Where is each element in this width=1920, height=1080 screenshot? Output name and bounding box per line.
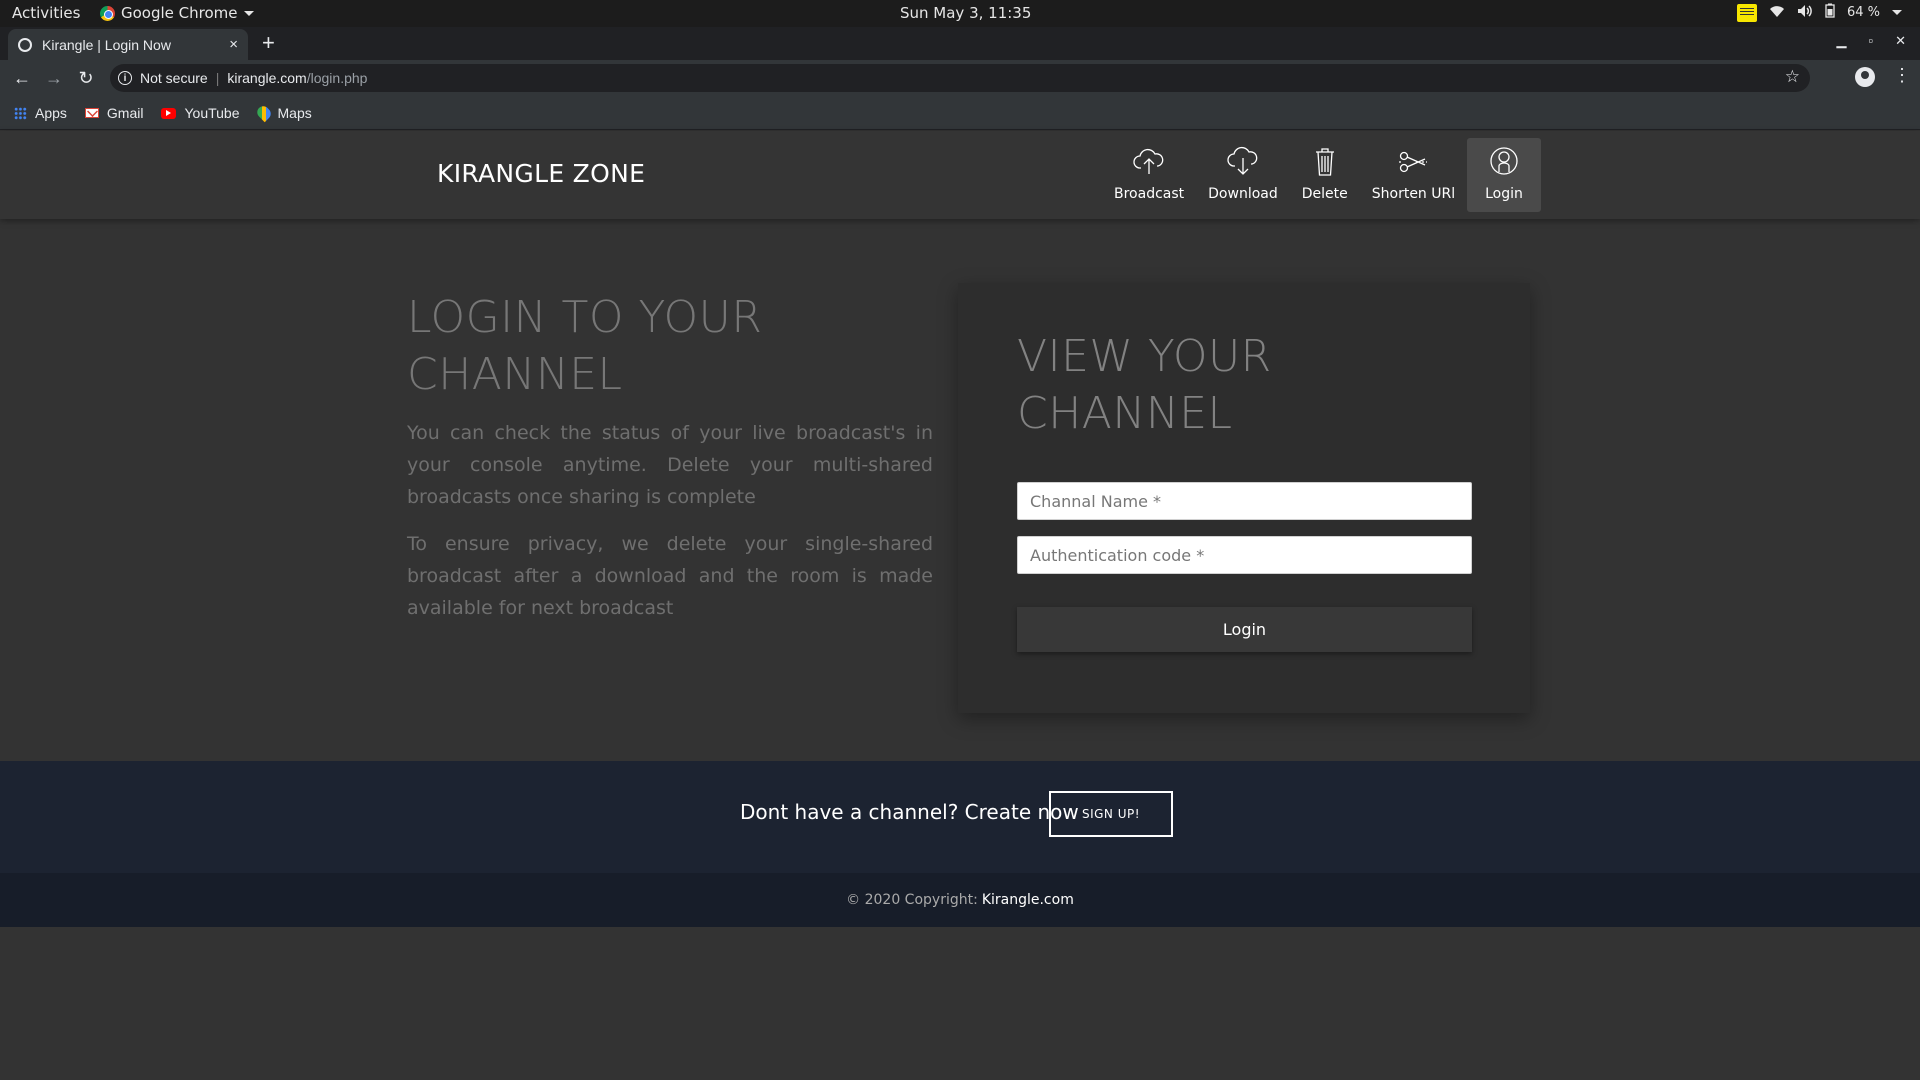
nav-download[interactable]: Download	[1196, 138, 1290, 212]
cloud-upload-icon	[1133, 148, 1164, 174]
login-card-title: VIEW YOUR CHANNEL	[1017, 331, 1272, 439]
cta-text: Dont have a channel? Create now	[740, 800, 1079, 824]
apps-icon	[14, 106, 27, 120]
web-page: KIRANGLE ZONE Broadcast Download Delete …	[0, 131, 1920, 1080]
browser-tab[interactable]: Kirangle | Login Now ×	[8, 29, 248, 60]
bookmark-youtube[interactable]: YouTube	[161, 105, 240, 121]
chevron-down-icon	[243, 10, 254, 16]
bookmark-gmail[interactable]: Gmail	[84, 105, 144, 121]
intro-title: LOGIN TO YOUR CHANNEL	[407, 292, 763, 400]
forward-icon[interactable]: →	[38, 68, 70, 89]
divider: |	[215, 70, 220, 86]
maximize-icon[interactable]: ▫	[1868, 33, 1873, 49]
nav-label: Download	[1208, 186, 1278, 202]
url-host: kirangle.com	[227, 70, 307, 86]
info-icon[interactable]: i	[118, 71, 132, 85]
nav-delete[interactable]: Delete	[1290, 138, 1360, 212]
bookmark-apps[interactable]: Apps	[14, 105, 67, 121]
minimize-icon[interactable]: ▁	[1836, 33, 1846, 49]
close-tab-icon[interactable]: ×	[229, 36, 238, 53]
maps-icon	[254, 103, 273, 123]
system-top-bar: Activities Google Chrome Sun May 3, 11:3…	[0, 0, 1920, 27]
bookmark-star-icon[interactable]: ☆	[1785, 67, 1800, 87]
site-brand[interactable]: KIRANGLE ZONE	[437, 159, 645, 188]
activities-button[interactable]: Activities	[12, 4, 80, 22]
signup-cta: Dont have a channel? Create now SIGN UP!	[0, 761, 1920, 873]
system-tray[interactable]: 64 %	[1736, 3, 1902, 22]
back-icon[interactable]: ←	[6, 68, 38, 89]
bookmark-label: YouTube	[184, 105, 240, 121]
nav-login[interactable]: Login	[1467, 138, 1541, 212]
bookmark-maps[interactable]: Maps	[254, 103, 312, 123]
nav-label: Shorten URl	[1371, 186, 1456, 202]
user-icon	[1490, 147, 1518, 175]
bookmark-label: Maps	[277, 105, 312, 121]
site-footer: © 2020 Copyright: Kirangle.com	[0, 873, 1920, 927]
copyright-text: © 2020 Copyright:	[846, 892, 978, 908]
security-label[interactable]: Not secure	[140, 70, 208, 86]
nav-broadcast[interactable]: Broadcast	[1102, 138, 1196, 212]
login-card: VIEW YOUR CHANNEL Login	[958, 283, 1530, 713]
app-menu-label: Google Chrome	[121, 4, 238, 22]
reload-icon[interactable]: ↻	[70, 68, 102, 89]
tab-title: Kirangle | Login Now	[42, 36, 171, 53]
signup-button[interactable]: SIGN UP!	[1049, 791, 1173, 837]
scissors-icon	[1399, 151, 1428, 173]
battery-percent: 64 %	[1846, 5, 1880, 20]
gmail-icon	[84, 108, 99, 118]
clock[interactable]: Sun May 3, 11:35	[900, 4, 1031, 22]
nav-label: Login	[1485, 186, 1523, 202]
auth-code-input[interactable]	[1017, 536, 1472, 574]
chrome-icon	[100, 5, 115, 21]
profile-avatar-icon[interactable]	[1855, 67, 1875, 87]
app-menu[interactable]: Google Chrome	[100, 4, 254, 22]
trash-icon	[1315, 148, 1334, 176]
new-tab-button[interactable]: +	[262, 30, 275, 56]
nav-shorten-url[interactable]: Shorten URl	[1360, 138, 1467, 212]
window-controls: ▁ ▫ ✕	[1836, 33, 1906, 49]
bookmarks-bar: Apps Gmail YouTube Maps	[0, 97, 1920, 130]
bookmark-label: Apps	[35, 105, 67, 121]
close-window-icon[interactable]: ✕	[1895, 33, 1906, 49]
bookmark-label: Gmail	[106, 105, 144, 121]
menu-kebab-icon[interactable]: ⋮	[1893, 65, 1911, 86]
globe-icon	[18, 37, 32, 52]
channel-name-input[interactable]	[1017, 482, 1472, 520]
site-nav: Broadcast Download Delete Shorten URl Lo…	[1102, 138, 1541, 212]
browser-toolbar: ← → ↻ i Not secure | kirangle.com/login.…	[0, 60, 1920, 97]
footer-link[interactable]: Kirangle.com	[982, 892, 1074, 908]
intro-paragraph: To ensure privacy, we delete your single…	[407, 533, 933, 619]
intro-section: LOGIN TO YOUR CHANNEL You can check the …	[407, 289, 933, 624]
cloud-download-icon	[1227, 146, 1258, 175]
youtube-icon	[161, 107, 177, 119]
battery-icon	[1825, 3, 1835, 22]
url-path: /login.php	[306, 70, 368, 86]
site-navbar: KIRANGLE ZONE Broadcast Download Delete …	[0, 131, 1920, 219]
wifi-icon	[1769, 4, 1785, 22]
tab-strip: Kirangle | Login Now × + ▁ ▫ ✕	[0, 27, 1920, 60]
volume-icon	[1797, 4, 1813, 22]
notes-icon[interactable]	[1736, 3, 1757, 22]
chevron-down-icon	[1892, 10, 1902, 15]
address-bar[interactable]: i Not secure | kirangle.com/login.php ☆	[110, 64, 1810, 92]
login-button[interactable]: Login	[1017, 607, 1472, 652]
nav-label: Delete	[1301, 186, 1348, 202]
intro-paragraph: You can check the status of your live br…	[407, 422, 933, 508]
nav-label: Broadcast	[1114, 186, 1185, 202]
